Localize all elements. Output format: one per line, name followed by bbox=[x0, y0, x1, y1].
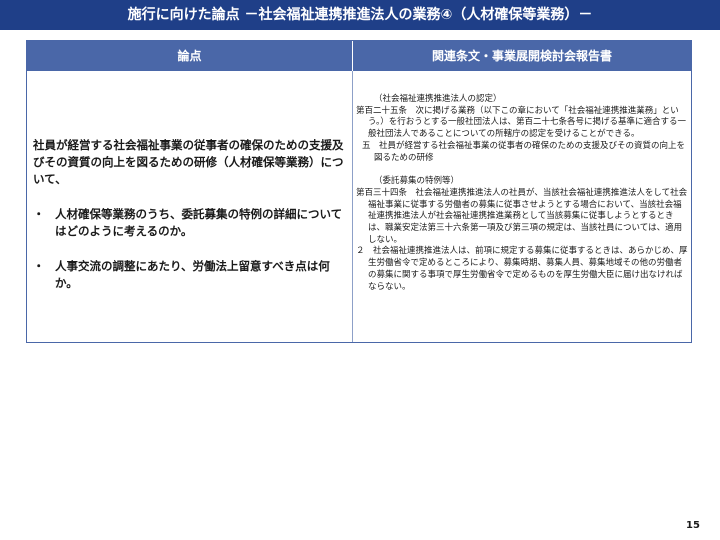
topics-column: 社員が経営する社会福祉事業の従事者の確保のための支援及びその資質の向上を図るため… bbox=[33, 137, 345, 310]
article-paragraph: 五 社員が経営する社会福祉事業の従事者の確保のための支援及びその資質の向上を図る… bbox=[362, 140, 686, 163]
slide-title: 施行に向けた論点 －社会福祉連携推進法人の業務④（人材確保等業務）－ bbox=[0, 0, 720, 30]
topics-intro: 社員が経営する社会福祉事業の従事者の確保のための支援及びその資質の向上を図るため… bbox=[33, 138, 344, 186]
topic-bullet-text: 人材確保等業務のうち、委託募集の特例の詳細についてはどのように考えるのか。 bbox=[55, 207, 343, 238]
article-paragraph: ２ 社会福祉連携推進法人は、前項に規定する募集に従事するときは、あらかじめ、厚生… bbox=[356, 246, 688, 292]
page-number: 15 bbox=[686, 520, 700, 531]
header-topics: 論点 bbox=[177, 49, 202, 63]
topics-table: 論点 関連条文・事業展開検討会報告書 社員が経営する社会福祉事業の従事者の確保の… bbox=[26, 40, 692, 343]
article-paragraph: 第百三十四条 社会福祉連携推進法人の社員が、当該社会福祉連携推進法人をして社会福… bbox=[356, 187, 688, 245]
header-related-articles: 関連条文・事業展開検討会報告書 bbox=[352, 41, 691, 71]
topic-bullet-text: 人事交流の調整にあたり、労働法上留意すべき点は何か。 bbox=[55, 259, 330, 290]
related-articles-column: （社会福祉連携推進法人の認定） 第百二十五条 次に掲げる業務（以下この章において… bbox=[356, 94, 688, 293]
topic-bullet: ・ 人事交流の調整にあたり、労働法上留意すべき点は何か。 bbox=[33, 258, 345, 292]
section-heading: （社会福祉連携推進法人の認定） bbox=[374, 94, 502, 104]
bullet-icon: ・ bbox=[33, 207, 45, 221]
bullet-icon: ・ bbox=[33, 259, 45, 273]
section-heading: （委託募集の特例等） bbox=[374, 176, 460, 187]
article-paragraph: 第百二十五条 次に掲げる業務（以下この章において「社会福祉連携推進業務」という。… bbox=[356, 105, 686, 140]
column-divider bbox=[352, 71, 353, 342]
topic-bullet: ・ 人材確保等業務のうち、委託募集の特例の詳細についてはどのように考えるのか。 bbox=[33, 206, 345, 240]
table-header: 論点 関連条文・事業展開検討会報告書 bbox=[27, 41, 691, 71]
